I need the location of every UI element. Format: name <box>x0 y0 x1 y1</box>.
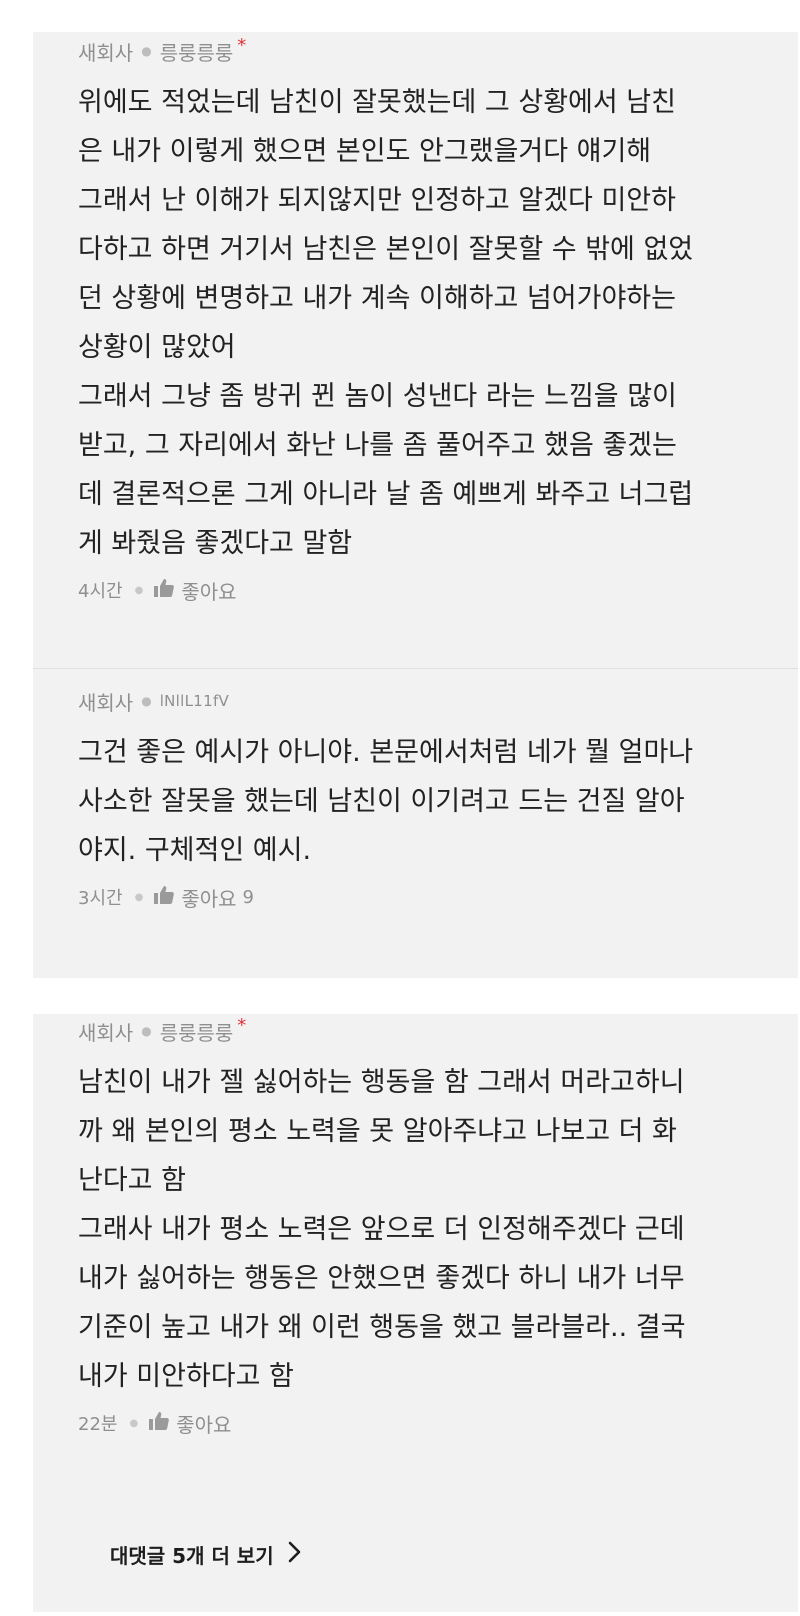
separator-dot: ● <box>134 891 144 903</box>
separator-dot: ● <box>141 1024 152 1038</box>
thumbs-up-icon <box>148 1411 176 1436</box>
chevron-right-icon <box>274 1541 302 1568</box>
comment-text: 그건 좋은 예시가 아니야. 본문에서처럼 네가 뭘 얼마나 사소한 잘못을 했… <box>78 737 694 866</box>
author-company[interactable]: 새회사 <box>78 687 133 716</box>
comment-meta: 새회사 ● lNllL11fV <box>78 686 788 716</box>
like-button[interactable]: 좋아요 9 <box>153 883 254 912</box>
author-nickname[interactable]: lNllL11fV <box>160 692 229 710</box>
author-company[interactable]: 새회사 <box>78 37 133 66</box>
separator-dot: ● <box>129 1417 139 1429</box>
comment-text: 위에도 적었는데 남친이 잘못했는데 그 상황에서 남친 은 내가 이렇게 했으… <box>78 87 694 559</box>
author-mark: * <box>237 34 247 56</box>
author-nickname[interactable]: 릉룽릉룽 <box>160 37 234 66</box>
comment-time: 4시간 <box>78 581 123 602</box>
comment-time: 22분 <box>78 1414 118 1435</box>
comment-footer: 22분 ● 좋아요 <box>78 1407 788 1439</box>
comment-time: 3시간 <box>78 888 123 909</box>
author-company[interactable]: 새회사 <box>78 1017 133 1046</box>
comment-item: 새회사 ● 릉룽릉룽 * 남친이 내가 젤 싫어하는 행동을 함 그래서 머라고… <box>78 1014 788 1439</box>
thumbs-up-icon <box>153 885 181 910</box>
like-label: 좋아요 <box>181 886 237 911</box>
comment-item: 새회사 ● lNllL11fV 그건 좋은 예시가 아니야. 본문에서처럼 네가… <box>78 686 788 913</box>
comment-text: 남친이 내가 젤 싫어하는 행동을 함 그래서 머라고하니 까 왜 본인의 평소… <box>78 1067 686 1392</box>
like-button[interactable]: 좋아요 <box>148 1409 237 1438</box>
comment-footer: 3시간 ● 좋아요 9 <box>78 881 788 913</box>
like-label: 좋아요 <box>181 579 237 604</box>
separator-dot: ● <box>134 584 144 596</box>
like-label: 좋아요 <box>176 1412 232 1437</box>
author-mark: * <box>237 1014 247 1036</box>
comment-meta: 새회사 ● 릉룽릉룽 * <box>78 1014 788 1046</box>
more-replies-label: 대댓글 5개 더 보기 <box>110 1544 274 1568</box>
comment-item: 새회사 ● 릉룽릉룽 * 위에도 적었는데 남친이 잘못했는데 그 상황에서 남… <box>78 34 788 606</box>
like-count: 9 <box>242 886 254 908</box>
like-button[interactable]: 좋아요 <box>153 576 242 605</box>
comment-footer: 4시간 ● 좋아요 <box>78 574 788 606</box>
comment-divider <box>33 668 798 669</box>
author-nickname[interactable]: 릉룽릉룽 <box>160 1017 234 1046</box>
separator-dot: ● <box>141 694 152 708</box>
comment-meta: 새회사 ● 릉룽릉룽 * <box>78 34 788 66</box>
thumbs-up-icon <box>153 578 181 603</box>
separator-dot: ● <box>141 44 152 58</box>
more-replies-button[interactable]: 대댓글 5개 더 보기 <box>110 1540 302 1569</box>
